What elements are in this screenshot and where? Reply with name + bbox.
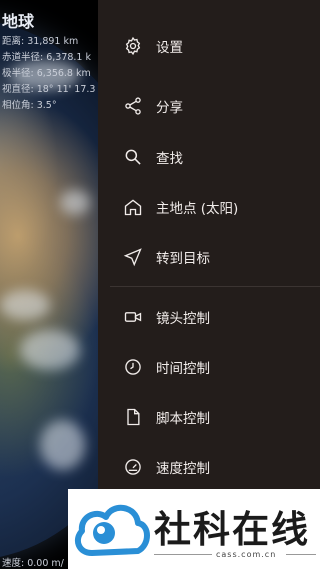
cloud-patch: [0, 290, 50, 320]
equatorial-radius-readout: 赤道半径: 6,378.1 k: [2, 52, 92, 63]
camera-icon: [122, 306, 144, 328]
cloud-logo-icon: [74, 505, 150, 556]
watermark: 社科在线 cass.com.cn: [68, 489, 320, 569]
phase-angle-readout: 相位角: 3.5°: [2, 100, 57, 111]
menu-item-script-control[interactable]: 脚本控制: [98, 397, 320, 437]
object-title: 地球: [2, 12, 35, 31]
menu-item-search[interactable]: 查找: [98, 137, 320, 177]
clock-icon: [122, 356, 144, 378]
menu-item-label: 转到目标: [156, 251, 210, 267]
share-icon: [122, 95, 144, 117]
menu-item-label: 镜头控制: [156, 311, 210, 327]
menu-item-speed-control[interactable]: 速度控制: [98, 447, 320, 487]
search-icon: [122, 146, 144, 168]
cloud-patch: [20, 330, 80, 370]
distance-readout: 距离: 31,891 km: [2, 36, 79, 47]
menu-item-label: 主地点 (太阳): [156, 201, 239, 217]
speed-readout: 速度: 0.00 m/: [2, 558, 64, 569]
menu-item-label: 分享: [156, 100, 183, 116]
menu-item-go-to-target[interactable]: 转到目标: [98, 237, 320, 277]
menu-item-label: 查找: [156, 151, 183, 167]
menu-item-label: 设置: [156, 40, 183, 56]
menu-item-label: 时间控制: [156, 361, 210, 377]
menu-item-label: 速度控制: [156, 461, 210, 477]
gear-icon: [122, 35, 144, 57]
file-icon: [122, 406, 144, 428]
speedometer-icon: [122, 456, 144, 478]
navigation-drawer: 设置 分享 查找 主地点 (太阳) 转到目标 镜头控制 时间控制 脚本控制 速度…: [98, 0, 320, 569]
polar-radius-readout: 极半径: 6,356.8 km: [2, 68, 91, 79]
divider-line: [286, 554, 316, 555]
menu-item-share[interactable]: 分享: [98, 86, 320, 126]
navigate-icon: [122, 246, 144, 268]
menu-item-camera-control[interactable]: 镜头控制: [98, 297, 320, 337]
object-info-panel: 地球 距离: 31,891 km 赤道半径: 6,378.1 k 极半径: 6,…: [2, 8, 95, 114]
cloud-patch: [40, 420, 85, 470]
cloud-patch: [60, 190, 90, 215]
home-icon: [122, 196, 144, 218]
watermark-domain: cass.com.cn: [216, 550, 277, 559]
divider-line: [154, 554, 212, 555]
menu-item-label: 脚本控制: [156, 411, 210, 427]
menu-item-time-control[interactable]: 时间控制: [98, 347, 320, 387]
apparent-diameter-readout: 视直径: 18° 11' 17.3: [2, 84, 96, 95]
watermark-brand: 社科在线: [154, 508, 310, 551]
menu-divider: [110, 286, 320, 287]
menu-item-settings[interactable]: 设置: [98, 26, 320, 66]
menu-item-home-location[interactable]: 主地点 (太阳): [98, 187, 320, 227]
